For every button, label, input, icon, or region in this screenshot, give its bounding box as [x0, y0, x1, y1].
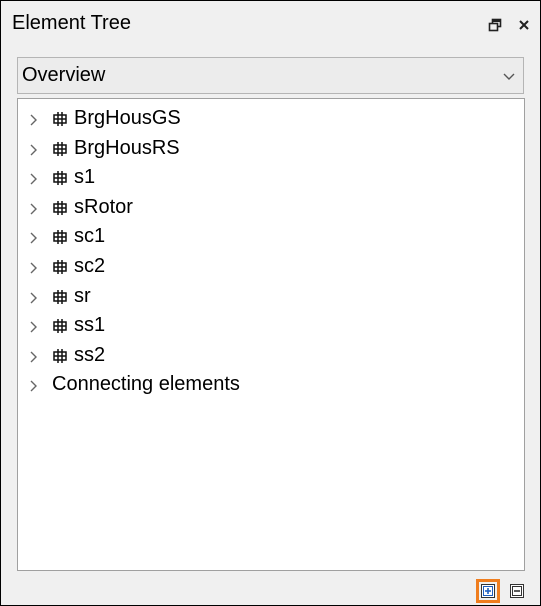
chevron-down-icon	[501, 68, 517, 84]
component-icon	[52, 111, 68, 127]
tree-item[interactable]: ss1	[18, 312, 508, 340]
tree-item[interactable]: sc2	[18, 253, 508, 281]
tree-item-label: sr	[74, 284, 91, 307]
chevron-right-icon[interactable]	[28, 231, 40, 245]
view-select[interactable]: Overview	[17, 57, 524, 94]
element-tree[interactable]: BrgHousGS BrgHousRS s1 sRotor sc1 sc2 sr ss1 ss2…	[17, 98, 525, 571]
chevron-right-icon[interactable]	[28, 320, 40, 334]
tree-item[interactable]: Connecting elements	[18, 371, 508, 399]
tree-item-label: ss2	[74, 343, 106, 366]
expand-all-button[interactable]	[476, 579, 500, 603]
chevron-right-icon[interactable]	[28, 291, 40, 305]
expand-all-icon	[481, 584, 495, 598]
collapse-all-button[interactable]	[508, 582, 526, 600]
component-icon	[52, 141, 68, 157]
component-icon	[52, 318, 68, 334]
tree-item[interactable]: sRotor	[18, 194, 508, 222]
tree-item[interactable]: s1	[18, 164, 508, 192]
tree-item-label: sc2	[74, 255, 106, 277]
tree-item-label: sRotor	[74, 195, 133, 218]
float-window-icon[interactable]	[485, 13, 505, 37]
tree-item-label: sc1	[74, 225, 106, 248]
tree-item-label: Connecting elements	[52, 373, 240, 396]
tree-item-label: ss1	[74, 314, 106, 337]
component-icon	[52, 170, 68, 186]
tree-item[interactable]: ss2	[18, 342, 508, 370]
chevron-right-icon[interactable]	[28, 113, 40, 127]
collapse-all-icon	[510, 584, 524, 598]
chevron-right-icon[interactable]	[28, 350, 40, 364]
tree-item[interactable]: BrgHousRS	[18, 135, 508, 163]
tree-item-label: BrgHousRS	[74, 136, 180, 159]
panel-title: Element Tree	[12, 12, 131, 34]
tree-item[interactable]: sr	[18, 283, 508, 311]
chevron-right-icon[interactable]	[28, 379, 40, 393]
chevron-right-icon[interactable]	[28, 261, 40, 275]
chevron-right-icon[interactable]	[28, 202, 40, 216]
chevron-right-icon[interactable]	[28, 143, 40, 157]
tree-item[interactable]: sc1	[18, 223, 508, 251]
component-icon	[52, 229, 68, 245]
tree-item[interactable]: BrgHousGS	[18, 105, 508, 133]
chevron-right-icon[interactable]	[28, 172, 40, 186]
tree-item-label: BrgHousGS	[74, 107, 181, 129]
panel-titlebar: Element Tree	[1, 1, 540, 51]
component-icon	[52, 348, 68, 364]
element-tree-panel: Element Tree Overview BrgHousGS BrgHousRS…	[0, 0, 541, 606]
tree-item-label: s1	[74, 166, 96, 189]
component-icon	[52, 200, 68, 216]
component-icon	[52, 259, 68, 275]
view-select-value: Overview	[22, 64, 106, 86]
component-icon	[52, 289, 68, 305]
close-icon[interactable]	[514, 13, 534, 37]
